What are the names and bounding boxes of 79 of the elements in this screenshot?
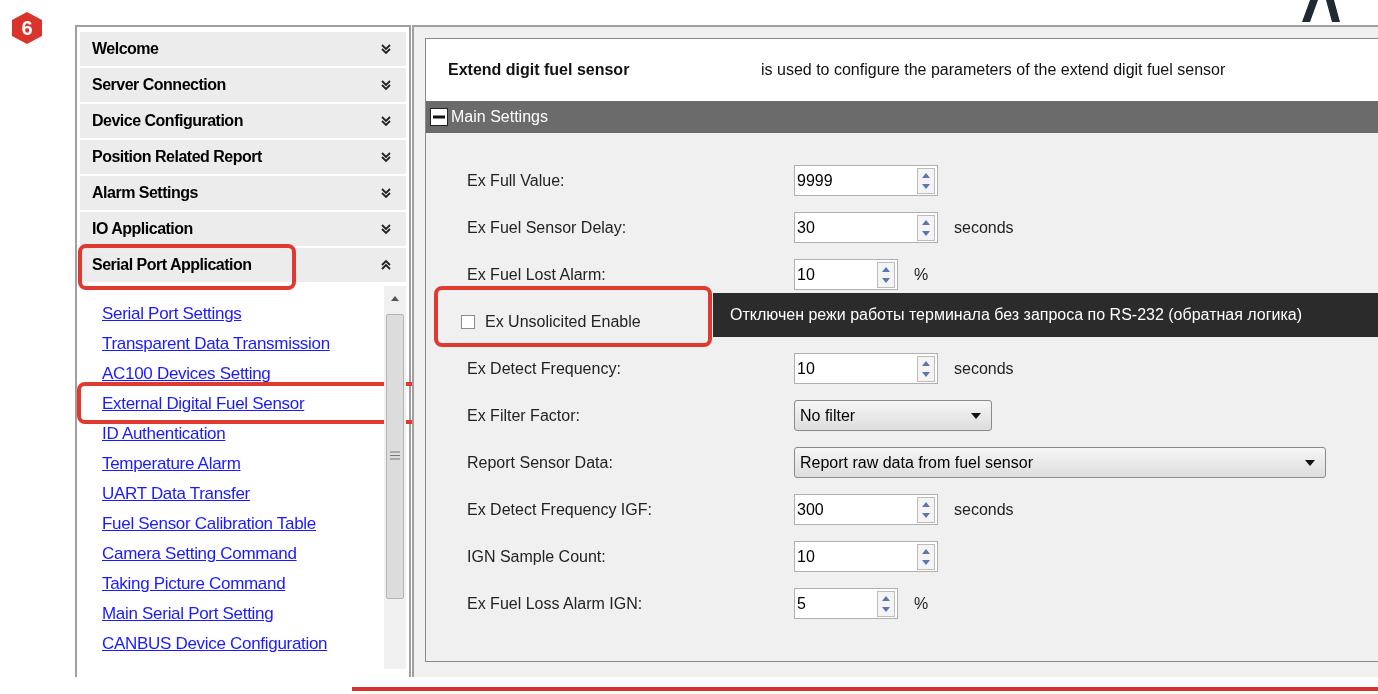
number-spinner[interactable]: 10 xyxy=(794,259,898,290)
grip-icon xyxy=(390,451,400,460)
expand-chevron-icon xyxy=(380,223,392,235)
nav-link[interactable]: CANBUS Device Configuration xyxy=(102,631,328,657)
accordion-header[interactable]: Welcome xyxy=(80,32,406,66)
spinner-arrows-icon[interactable] xyxy=(917,214,935,241)
field-label: Ex Fuel Loss Alarm IGN: xyxy=(467,593,644,614)
spinner-arrows-icon[interactable] xyxy=(917,543,935,570)
expand-chevron-icon xyxy=(380,43,392,55)
number-spinner[interactable]: 30 xyxy=(794,212,938,243)
section-label: Welcome xyxy=(92,39,159,59)
unit-label: % xyxy=(914,264,929,285)
nav-link[interactable]: Transparent Data Transmission xyxy=(102,331,330,357)
field-label: Ex Filter Factor: xyxy=(467,405,581,426)
figure-drawing xyxy=(1300,0,1342,22)
nav-link[interactable]: Fuel Sensor Calibration Table xyxy=(102,511,316,537)
unit-label: seconds xyxy=(954,358,1014,379)
number-spinner[interactable]: 10 xyxy=(794,353,938,384)
nav-link[interactable]: Serial Port Settings xyxy=(102,301,242,327)
checkbox[interactable] xyxy=(461,314,475,329)
expand-chevron-icon xyxy=(380,79,392,91)
section-title: Main Settings xyxy=(451,107,548,127)
scroll-up-icon[interactable] xyxy=(391,296,399,301)
spinner-arrows-icon[interactable] xyxy=(877,261,895,288)
field-label: Ex Full Value: xyxy=(467,170,566,191)
field-label: Ex Fuel Lost Alarm: xyxy=(467,264,607,285)
page-description: is used to configure the parameters of the extend digit fuel sensor xyxy=(761,60,1226,80)
collapse-icon[interactable] xyxy=(430,108,448,126)
unit-label: % xyxy=(914,593,929,614)
spinner-arrows-icon[interactable] xyxy=(917,355,935,382)
spinner-arrows-icon[interactable] xyxy=(917,496,935,523)
field-label: Ex Detect Frequency: xyxy=(467,358,622,379)
dropdown-arrow-icon xyxy=(1305,459,1315,466)
nav-link[interactable]: Camera Setting Command xyxy=(102,541,297,567)
section-label: Alarm Settings xyxy=(92,183,198,203)
section-bar[interactable]: Main Settings xyxy=(426,101,1378,133)
unit-label: seconds xyxy=(954,217,1014,238)
nav-link[interactable]: UART Data Transfer xyxy=(102,481,250,507)
nav-link[interactable]: ID Authentication xyxy=(102,421,226,447)
dropdown[interactable]: Report raw data from fuel sensor xyxy=(794,447,1326,478)
accordion-header[interactable]: Serial Port Application xyxy=(80,248,406,282)
step-badge: 6 xyxy=(12,12,42,44)
accordion-header[interactable]: Server Connection xyxy=(80,68,406,102)
number-spinner[interactable]: 5 xyxy=(794,588,898,619)
section-label: IO Application xyxy=(92,219,193,239)
accordion-header[interactable]: Device Configuration xyxy=(80,104,406,138)
accordion-header[interactable]: Alarm Settings xyxy=(80,176,406,210)
accordion-header[interactable]: IO Application xyxy=(80,212,406,246)
tooltip: Отключен режи работы терминала без запроса по RS-232 (обратная логика) xyxy=(713,293,1378,337)
number-spinner[interactable]: 9999 xyxy=(794,165,938,196)
number-spinner[interactable]: 300 xyxy=(794,494,938,525)
dropdown[interactable]: No filter xyxy=(794,400,992,431)
page-title: Extend digit fuel sensor xyxy=(448,60,631,80)
field-label: Ex Unsolicited Enable xyxy=(485,311,641,332)
nav-link[interactable]: AC100 Devices Setting xyxy=(102,361,271,387)
expand-chevron-icon xyxy=(380,151,392,163)
expand-chevron-icon xyxy=(380,187,392,199)
unit-label: seconds xyxy=(954,499,1014,520)
field-label: Ex Detect Frequency IGF: xyxy=(467,499,653,520)
scrollbar[interactable] xyxy=(384,286,406,669)
spinner-arrows-icon[interactable] xyxy=(917,167,935,194)
field-label: Report Sensor Data: xyxy=(467,452,614,473)
dropdown-arrow-icon xyxy=(971,412,981,419)
section-label: Device Configuration xyxy=(92,111,243,131)
collapse-chevron-icon xyxy=(380,259,392,271)
section-label: Position Related Report xyxy=(92,147,262,167)
nav-link[interactable]: Taking Picture Command xyxy=(102,571,286,597)
scroll-thumb[interactable] xyxy=(386,314,404,599)
number-spinner[interactable]: 10 xyxy=(794,541,938,572)
nav-link[interactable]: Main Serial Port Setting xyxy=(102,601,274,627)
field-label: IGN Sample Count: xyxy=(467,546,607,567)
section-label: Serial Port Application xyxy=(92,255,252,275)
nav-link[interactable]: External Digital Fuel Sensor xyxy=(102,391,305,417)
field-label: Ex Fuel Sensor Delay: xyxy=(467,217,628,238)
expand-chevron-icon xyxy=(380,115,392,127)
accordion-header[interactable]: Position Related Report xyxy=(80,140,406,174)
spinner-arrows-icon[interactable] xyxy=(877,590,895,617)
section-label: Server Connection xyxy=(92,75,226,95)
nav-link[interactable]: Temperature Alarm xyxy=(102,451,241,477)
